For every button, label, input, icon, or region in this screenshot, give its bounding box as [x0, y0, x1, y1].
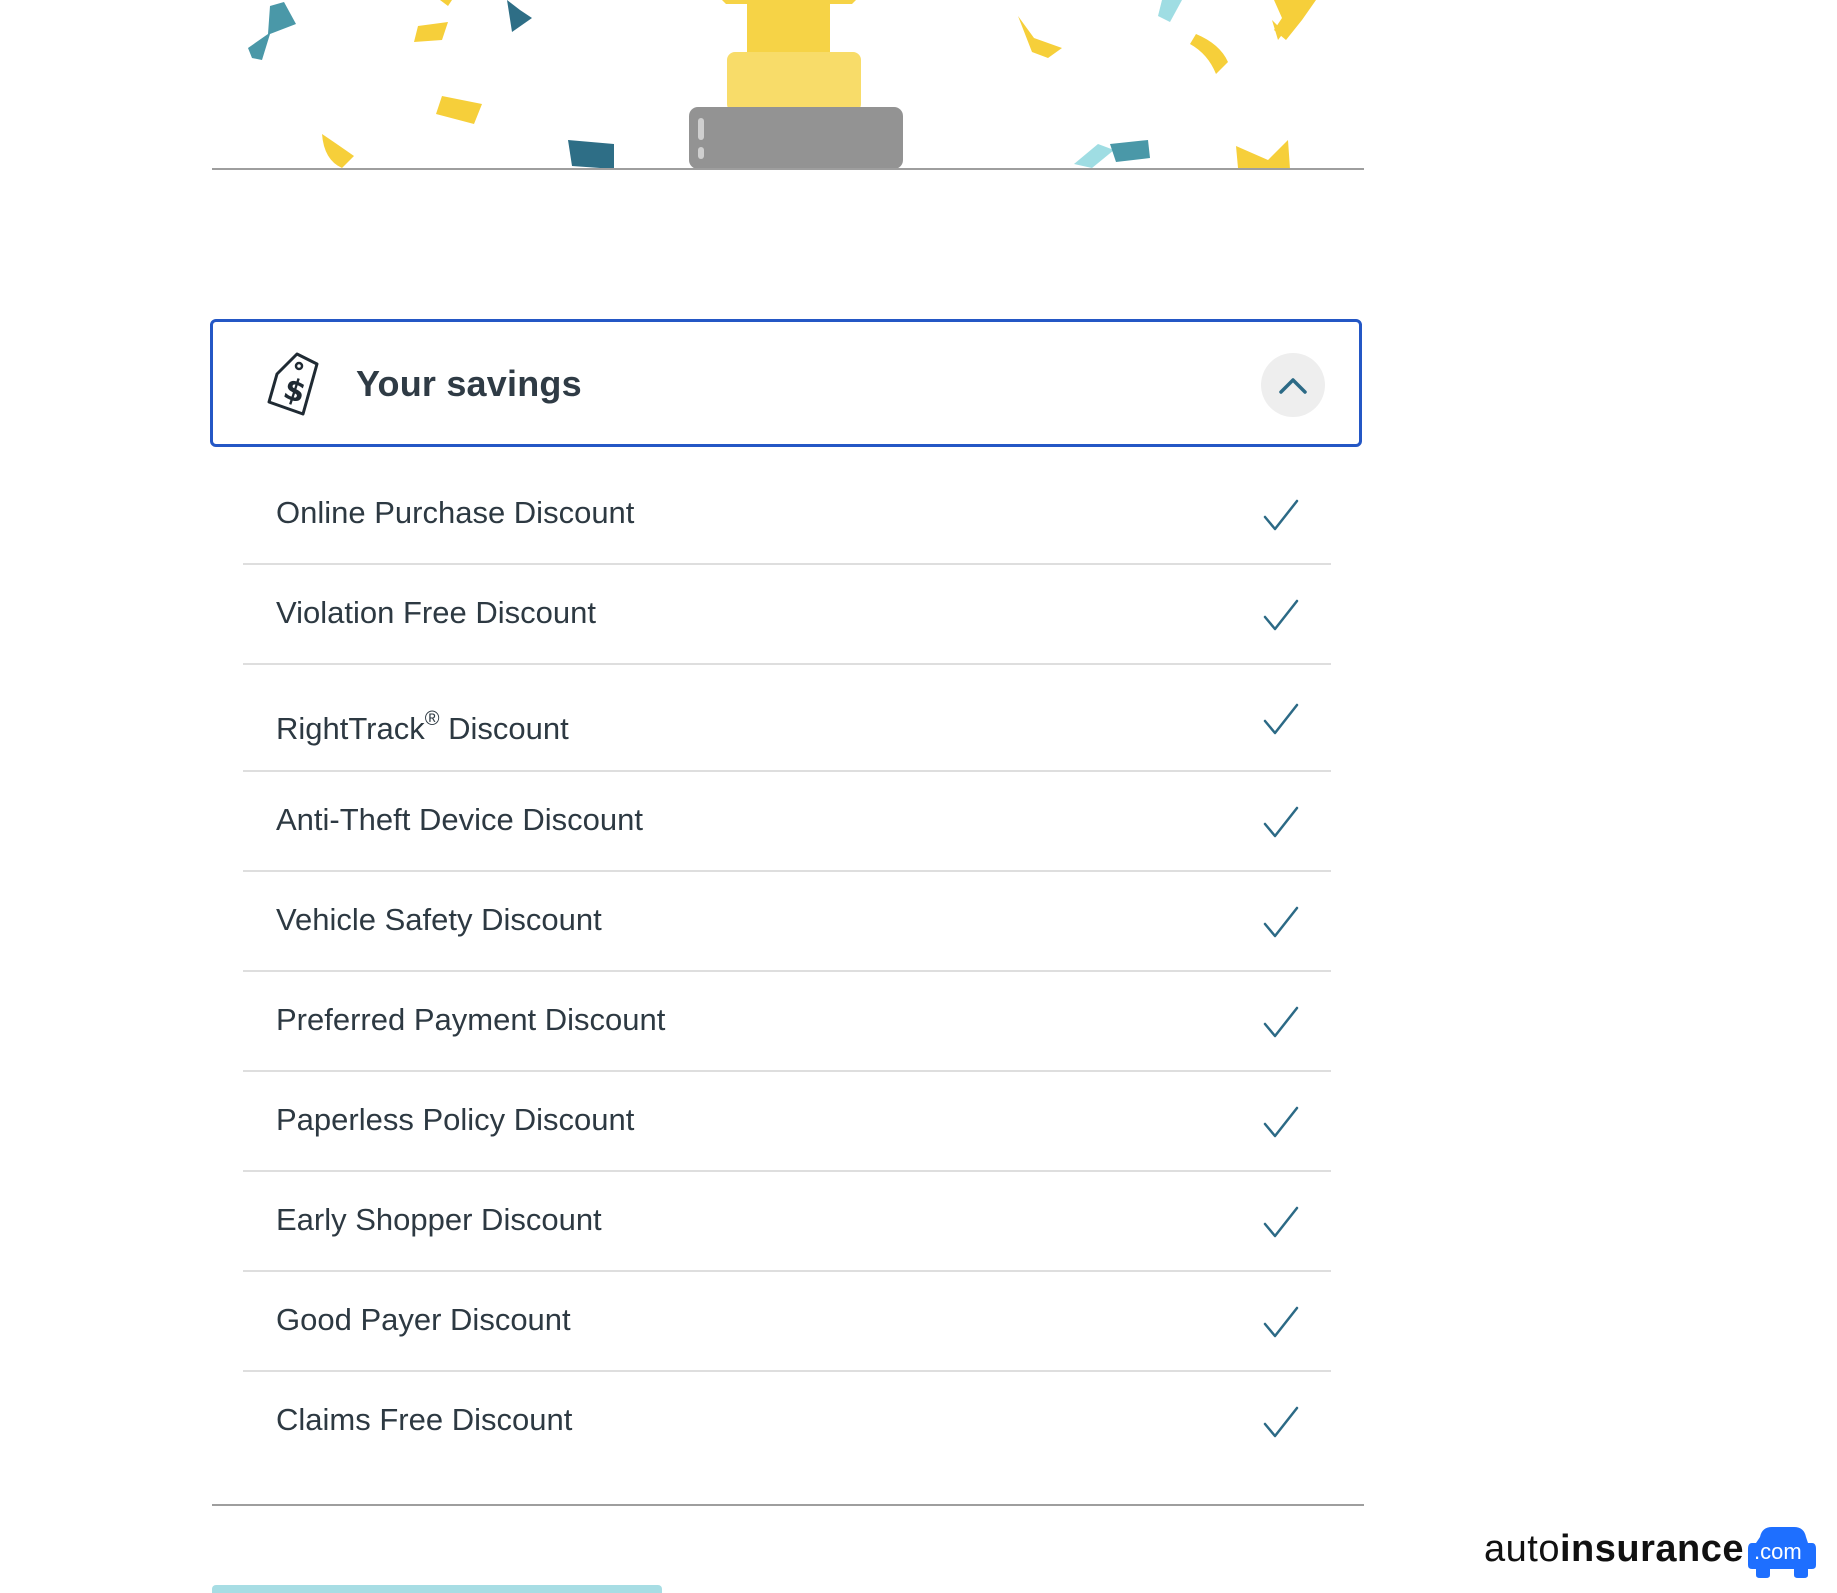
checkmark-icon	[1263, 1306, 1299, 1338]
list-item: Preferred Payment Discount	[243, 972, 1331, 1072]
discount-label: Online Purchase Discount	[276, 495, 635, 530]
checkmark-icon	[1263, 499, 1299, 531]
discount-label: Vehicle Safety Discount	[276, 902, 602, 937]
continue-button-partial[interactable]	[212, 1585, 662, 1593]
discount-name: RightTrack	[276, 711, 425, 746]
autoinsurance-logo: autoinsurance .com	[1484, 1521, 1824, 1581]
discount-suffix: Discount	[439, 711, 569, 746]
price-tag-dollar-icon: $	[263, 352, 323, 416]
logo-badge-text: .com	[1754, 1539, 1802, 1564]
list-item: RightTrack® Discount	[243, 665, 1331, 772]
list-item: Early Shopper Discount	[243, 1172, 1331, 1272]
list-item: Claims Free Discount	[243, 1372, 1331, 1472]
list-item: Anti-Theft Device Discount	[243, 772, 1331, 872]
checkmark-icon	[1263, 1006, 1299, 1038]
savings-page: $ Your savings Online Purchase Discount …	[0, 0, 1837, 1593]
logo-word-light: auto	[1484, 1528, 1560, 1570]
collapse-button[interactable]	[1261, 353, 1325, 417]
discount-label: Claims Free Discount	[276, 1402, 573, 1437]
discount-label: Good Payer Discount	[276, 1302, 571, 1337]
savings-accordion-header[interactable]: $ Your savings	[210, 319, 1362, 447]
list-item: Good Payer Discount	[243, 1272, 1331, 1372]
logo-word-bold: insurance	[1559, 1528, 1744, 1570]
list-item: Online Purchase Discount	[243, 465, 1331, 565]
checkmark-icon	[1263, 599, 1299, 631]
checkmark-icon	[1263, 1206, 1299, 1238]
discount-label: RightTrack® Discount	[276, 699, 569, 749]
discount-label: Anti-Theft Device Discount	[276, 802, 643, 837]
discount-list: Online Purchase Discount Violation Free …	[243, 465, 1331, 1472]
discount-label: Early Shopper Discount	[276, 1202, 602, 1237]
trophy-confetti-illustration	[212, 0, 1364, 170]
registered-mark: ®	[424, 708, 440, 730]
list-item: Violation Free Discount	[243, 565, 1331, 665]
accordion-title: Your savings	[356, 363, 582, 404]
logo-wordmark: autoinsurance	[1484, 1527, 1744, 1571]
checkmark-icon	[1263, 906, 1299, 938]
list-item: Vehicle Safety Discount	[243, 872, 1331, 972]
checkmark-icon	[1263, 703, 1299, 735]
checkmark-icon	[1263, 1106, 1299, 1138]
chevron-up-icon	[1279, 378, 1307, 394]
list-item: Paperless Policy Discount	[243, 1072, 1331, 1172]
discount-label: Violation Free Discount	[276, 595, 596, 630]
checkmark-icon	[1263, 806, 1299, 838]
checkmark-icon	[1263, 1406, 1299, 1438]
section-divider	[212, 1504, 1364, 1506]
discount-label: Paperless Policy Discount	[276, 1102, 635, 1137]
discount-label: Preferred Payment Discount	[276, 1002, 666, 1037]
